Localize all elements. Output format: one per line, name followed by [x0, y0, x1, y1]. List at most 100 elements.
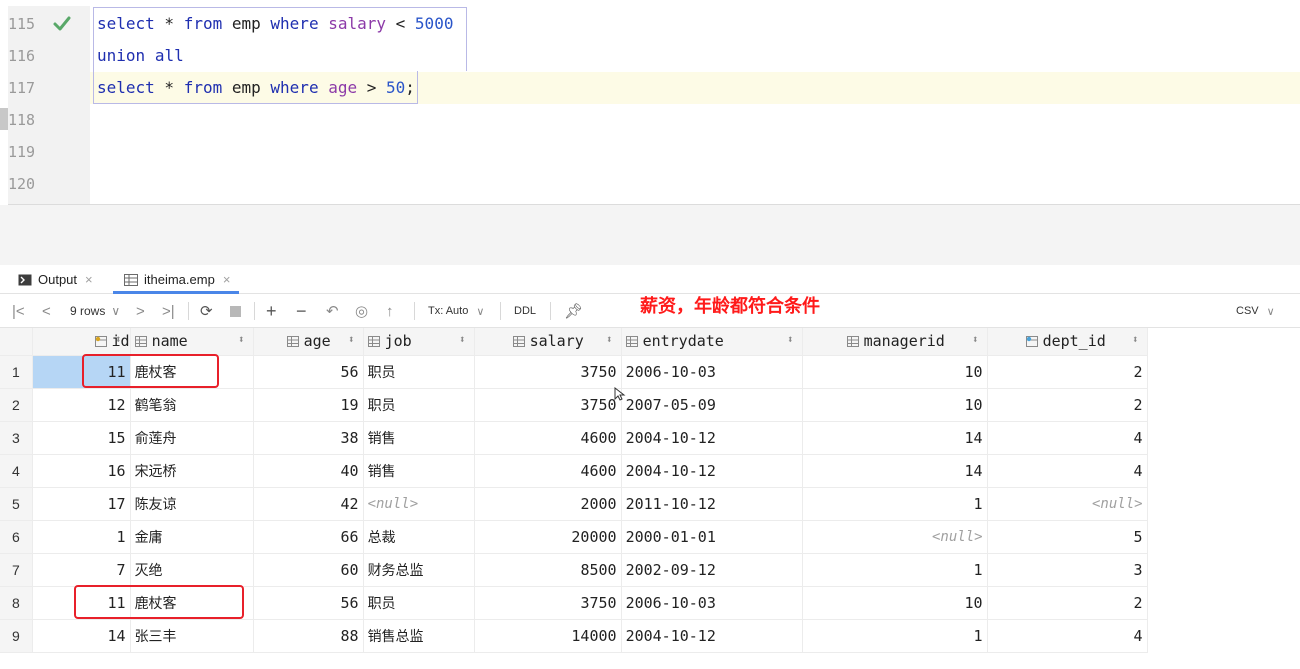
table-row[interactable]: 9 14 张三丰 88 销售总监 14000 2004-10-12 1 4 [0, 619, 1148, 653]
cell-age[interactable]: 60 [253, 553, 364, 587]
cell-id[interactable]: 1 [32, 520, 131, 554]
rows-count-dropdown[interactable]: 9 rows ∨ [70, 294, 120, 328]
cell-entrydate[interactable]: 2011-10-12 [621, 487, 803, 521]
cell-dept-id[interactable]: 4 [987, 421, 1148, 455]
table-row[interactable]: 7 7 灭绝 60 财务总监 8500 2002-09-12 1 3 [0, 553, 1148, 587]
sort-icon[interactable]: ⬍ [606, 333, 613, 346]
tab-output[interactable]: Output × [18, 265, 93, 294]
cell-entrydate[interactable]: 2004-10-12 [621, 619, 803, 653]
cell-entrydate[interactable]: 2007-05-09 [621, 388, 803, 422]
cell-id[interactable]: 17 [32, 487, 131, 521]
prev-page-icon[interactable]: < [42, 294, 51, 328]
cell-age[interactable]: 42 [253, 487, 364, 521]
cell-job[interactable]: 职员 [363, 586, 475, 620]
row-number[interactable]: 5 [0, 487, 33, 521]
export-format-dropdown[interactable]: CSV ∨ [1236, 294, 1275, 328]
cell-managerid[interactable]: 1 [802, 619, 988, 653]
cell-age[interactable]: 88 [253, 619, 364, 653]
table-row[interactable]: 4 16 宋远桥 40 销售 4600 2004-10-12 14 4 [0, 454, 1148, 488]
column-header-salary[interactable]: salary ⬍ [474, 328, 622, 356]
cell-managerid[interactable]: <null> [802, 520, 988, 554]
row-number[interactable]: 7 [0, 553, 33, 587]
cell-managerid[interactable]: 10 [802, 388, 988, 422]
sort-icon[interactable]: ⬍ [459, 333, 466, 346]
undo-icon[interactable]: ↶ [326, 294, 339, 328]
cell-salary[interactable]: 8500 [474, 553, 622, 587]
row-number[interactable]: 8 [0, 586, 33, 620]
cell-entrydate[interactable]: 2004-10-12 [621, 421, 803, 455]
row-number[interactable]: 2 [0, 388, 33, 422]
cell-name[interactable]: 灭绝 [130, 553, 254, 587]
cell-age[interactable]: 19 [253, 388, 364, 422]
cell-dept-id[interactable]: 2 [987, 586, 1148, 620]
cell-job[interactable]: <null> [363, 487, 475, 521]
cell-managerid[interactable]: 10 [802, 586, 988, 620]
row-number[interactable]: 1 [0, 355, 33, 389]
cell-salary[interactable]: 20000 [474, 520, 622, 554]
panel-divider[interactable] [0, 205, 1300, 265]
cell-managerid[interactable]: 1 [802, 553, 988, 587]
last-page-icon[interactable]: >| [162, 294, 175, 328]
submit-icon[interactable]: ↑ [386, 294, 394, 328]
column-header-age[interactable]: age ⬍ [253, 328, 364, 356]
table-row[interactable]: 6 1 金庸 66 总裁 20000 2000-01-01 <null> 5 [0, 520, 1148, 554]
cell-dept-id[interactable]: 2 [987, 388, 1148, 422]
cell-entrydate[interactable]: 2006-10-03 [621, 586, 803, 620]
cell-id[interactable]: 14 [32, 619, 131, 653]
refresh-icon[interactable]: ⟳ [200, 294, 213, 328]
sql-editor[interactable]: 115 116 117 118 119 120 select * from em… [0, 0, 1300, 205]
cell-name[interactable]: 陈友谅 [130, 487, 254, 521]
cell-id[interactable]: 7 [32, 553, 131, 587]
cell-name[interactable]: 金庸 [130, 520, 254, 554]
cell-salary[interactable]: 2000 [474, 487, 622, 521]
add-row-icon[interactable]: + [266, 294, 277, 328]
cell-managerid[interactable]: 14 [802, 421, 988, 455]
cell-name[interactable]: 张三丰 [130, 619, 254, 653]
sort-icon[interactable]: ⬍ [1132, 333, 1139, 346]
tab-itheima-emp[interactable]: itheima.emp × [124, 265, 230, 294]
row-number[interactable]: 3 [0, 421, 33, 455]
sort-icon[interactable]: ⬍ [348, 333, 355, 346]
row-number[interactable]: 6 [0, 520, 33, 554]
cell-name[interactable]: 宋远桥 [130, 454, 254, 488]
stop-icon[interactable] [230, 294, 241, 328]
cell-managerid[interactable]: 14 [802, 454, 988, 488]
cell-id[interactable]: 15 [32, 421, 131, 455]
cell-job[interactable]: 销售 [363, 421, 475, 455]
pin-icon[interactable]: 📌︎ [564, 294, 583, 328]
cell-entrydate[interactable]: 2004-10-12 [621, 454, 803, 488]
sort-icon[interactable]: ⬍ [972, 333, 979, 346]
first-page-icon[interactable]: |< [12, 294, 25, 328]
cell-dept-id[interactable]: 3 [987, 553, 1148, 587]
row-number[interactable]: 4 [0, 454, 33, 488]
column-header-dept-id[interactable]: dept_id ⬍ [987, 328, 1148, 356]
cell-job[interactable]: 总裁 [363, 520, 475, 554]
cell-age[interactable]: 40 [253, 454, 364, 488]
close-icon[interactable]: × [85, 272, 93, 287]
cell-dept-id[interactable]: 4 [987, 619, 1148, 653]
cell-job[interactable]: 销售 [363, 454, 475, 488]
row-number[interactable]: 9 [0, 619, 33, 653]
table-row[interactable]: 3 15 俞莲舟 38 销售 4600 2004-10-12 14 4 [0, 421, 1148, 455]
cell-salary[interactable]: 3750 [474, 586, 622, 620]
revert-icon[interactable]: ◎ [355, 294, 368, 328]
cell-managerid[interactable]: 10 [802, 355, 988, 389]
delete-row-icon[interactable]: − [296, 294, 307, 328]
cell-salary[interactable]: 14000 [474, 619, 622, 653]
tx-mode-dropdown[interactable]: Tx: Auto ∨ [428, 294, 484, 328]
column-header-managerid[interactable]: managerid ⬍ [802, 328, 988, 356]
cell-entrydate[interactable]: 2006-10-03 [621, 355, 803, 389]
sort-icon[interactable]: ⬍ [115, 333, 122, 346]
cell-job[interactable]: 财务总监 [363, 553, 475, 587]
cell-dept-id[interactable]: 4 [987, 454, 1148, 488]
cell-managerid[interactable]: 1 [802, 487, 988, 521]
column-header-id[interactable]: id ⬍ [32, 328, 131, 356]
cell-salary[interactable]: 4600 [474, 454, 622, 488]
table-row[interactable]: 2 12 鹤笔翁 19 职员 3750 2007-05-09 10 2 [0, 388, 1148, 422]
next-page-icon[interactable]: > [136, 294, 145, 328]
cell-salary[interactable]: 3750 [474, 355, 622, 389]
cell-dept-id[interactable]: 5 [987, 520, 1148, 554]
column-header-job[interactable]: job ⬍ [363, 328, 475, 356]
cell-age[interactable]: 66 [253, 520, 364, 554]
cell-entrydate[interactable]: 2000-01-01 [621, 520, 803, 554]
